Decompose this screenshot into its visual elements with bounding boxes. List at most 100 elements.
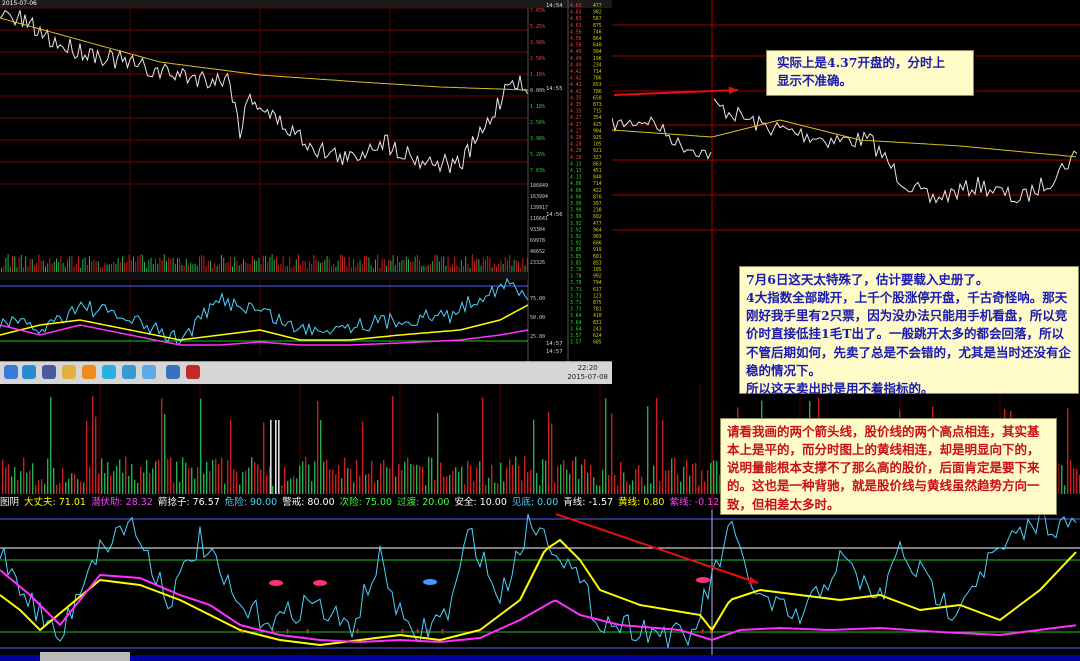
- volume-bar: [380, 463, 382, 494]
- intraday-volume-bar: [115, 264, 117, 272]
- orderbook-price: 3.92: [570, 227, 582, 233]
- intraday-volume-bar: [414, 256, 416, 272]
- volume-bar: [1067, 408, 1069, 494]
- intraday-volume-bar: [364, 256, 365, 272]
- intraday-volume-bar: [454, 256, 456, 272]
- volume-bar: [1058, 463, 1060, 494]
- volume-bar: [254, 461, 256, 494]
- intraday-volume-bar: [438, 261, 440, 272]
- orderbook-price: 3.99: [570, 201, 582, 207]
- indicator-legend-item: 箭捻子: 76.57: [157, 497, 220, 508]
- cloud-icon[interactable]: [142, 365, 156, 379]
- volume-bar: [95, 416, 97, 494]
- intraday-volume-bar: [119, 261, 121, 272]
- volume-bar: [677, 474, 679, 494]
- intraday-volume-bar: [394, 265, 396, 272]
- time-label: 14:57: [546, 349, 563, 355]
- intraday-volume-bar: [135, 261, 137, 272]
- intraday-volume-bar: [487, 255, 489, 272]
- office-icon[interactable]: [166, 365, 180, 379]
- embedded-screenshot-bg: [0, 0, 612, 361]
- intraday-volume-bar: [124, 262, 126, 272]
- orderbook-price: 4.20: [570, 155, 582, 161]
- orderbook-price: 4.63: [570, 3, 582, 9]
- intraday-volume-bar: [471, 254, 473, 272]
- intraday-volume-bar: [194, 263, 196, 272]
- media-icon[interactable]: [42, 365, 56, 379]
- volume-bar: [257, 464, 259, 494]
- volume-bar: [563, 460, 565, 494]
- orderbook-volume: 875: [593, 23, 602, 29]
- intraday-volume-bar: [518, 261, 519, 272]
- volume-bar: [353, 482, 355, 494]
- intraday-volume-bar: [507, 260, 508, 272]
- intraday-volume-bar: [412, 262, 414, 272]
- intraday-volume-bar: [18, 257, 20, 272]
- orderbook-price: 4.49: [570, 62, 582, 68]
- intraday-volume-bar: [20, 254, 22, 272]
- intraday-volume-bar: [502, 263, 504, 272]
- intraday-volume-bar: [265, 255, 266, 272]
- volume-bar: [116, 466, 118, 494]
- start-icon[interactable]: [4, 365, 18, 379]
- volume-bar: [665, 470, 667, 494]
- indicator-tick-label: 50.00: [530, 315, 545, 321]
- note-text: 实际上是4.37开盘的，分时上 显示不准确。: [777, 55, 945, 89]
- intraday-volume-bar: [240, 263, 242, 272]
- volume-bar: [509, 459, 511, 494]
- intraday-volume-bar: [269, 256, 271, 272]
- volume-bar: [182, 457, 184, 494]
- bottom-toolbar[interactable]: [40, 652, 130, 661]
- arrow-to-right-chart-head: [728, 86, 738, 95]
- browser-icon[interactable]: [102, 365, 116, 379]
- intraday-volume-bar: [267, 261, 269, 272]
- volume-bar: [575, 456, 577, 494]
- intraday-volume-bar: [258, 258, 260, 272]
- intraday-volume-bar: [397, 256, 398, 272]
- volume-bar: [674, 457, 676, 494]
- intraday-volume-bar: [102, 267, 104, 272]
- orderbook-volume: 602: [593, 214, 602, 220]
- intraday-volume-bar: [463, 265, 464, 272]
- intraday-volume-bar: [291, 267, 293, 272]
- messenger-icon[interactable]: [122, 365, 136, 379]
- volume-bar: [197, 467, 199, 494]
- volume-bar: [233, 469, 235, 494]
- volume-bar: [188, 468, 190, 494]
- intraday-volume-bar: [480, 265, 482, 272]
- folder-icon[interactable]: [62, 365, 76, 379]
- indicator-legend-item: 图阴: [0, 497, 20, 508]
- volume-bar: [266, 475, 268, 494]
- signal-marker: [269, 580, 283, 586]
- orderbook-volume: 994: [593, 49, 602, 55]
- right-price-line: [713, 98, 1078, 204]
- app-icon[interactable]: [82, 365, 96, 379]
- buy-arrow-icon: ↑: [700, 627, 705, 637]
- orderbook-volume: 903: [593, 234, 602, 240]
- indicator-legend-item: 黄线: 0.80: [618, 497, 665, 508]
- volume-bar: [458, 472, 460, 494]
- volume-bar: [299, 465, 301, 494]
- volume-bar: [101, 458, 103, 494]
- intraday-volume-bar: [45, 266, 46, 272]
- intraday-volume-bar: [188, 265, 189, 272]
- intraday-volume-bar: [192, 264, 194, 272]
- orderbook-price: 3.92: [570, 241, 582, 247]
- orderbook-volume: 105: [593, 142, 602, 148]
- volume-bar: [569, 473, 571, 494]
- volume-bar: [248, 467, 250, 494]
- ie-icon[interactable]: [22, 365, 36, 379]
- volume-bar: [311, 481, 313, 494]
- intraday-volume-bar: [478, 259, 480, 272]
- stock-app-icon[interactable]: [186, 365, 200, 379]
- intraday-volume-bar: [309, 261, 310, 272]
- intraday-volume-bar: [315, 259, 317, 272]
- orderbook-volume: 685: [593, 340, 602, 346]
- orderbook-price: 4.27: [570, 128, 582, 134]
- volume-bar: [485, 484, 487, 494]
- intraday-volume-bar: [443, 256, 445, 272]
- volume-tick-label: 163994: [530, 194, 548, 200]
- intraday-volume-bar: [458, 267, 460, 272]
- intraday-volume-bar: [91, 261, 93, 272]
- volume-bar: [554, 482, 556, 494]
